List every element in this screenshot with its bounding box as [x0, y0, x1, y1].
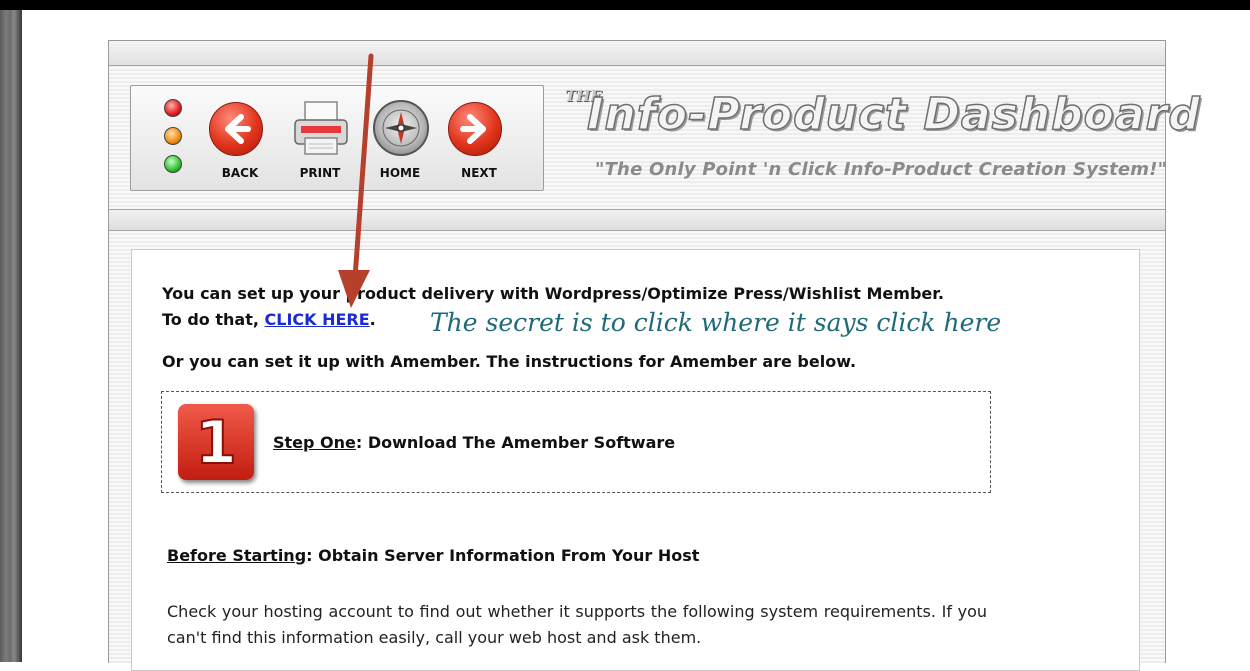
annotation-arrow	[338, 53, 374, 308]
